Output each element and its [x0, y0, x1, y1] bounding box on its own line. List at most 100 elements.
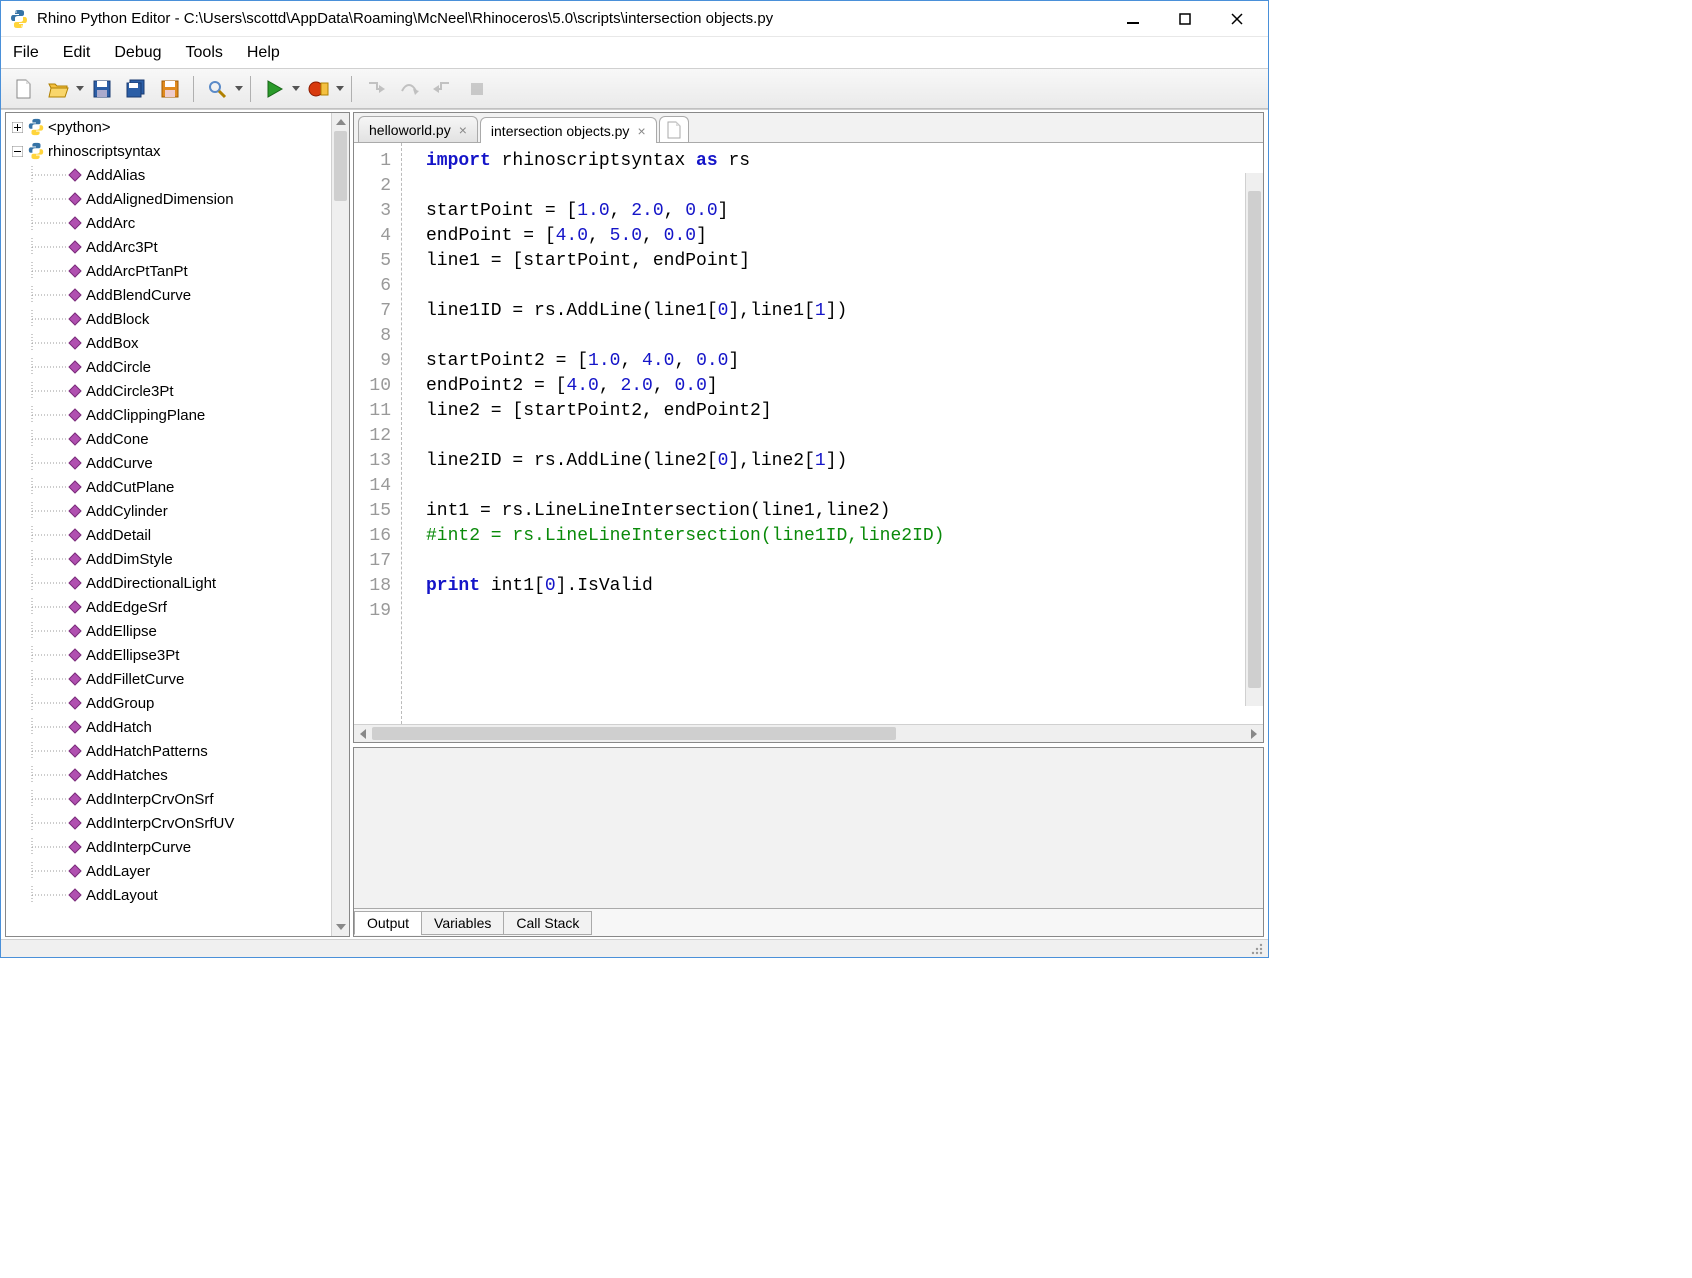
maximize-button[interactable]: [1162, 4, 1208, 34]
scroll-left-icon[interactable]: [354, 729, 372, 739]
menu-tools[interactable]: Tools: [186, 44, 223, 62]
tree-item[interactable]: AddArc: [6, 211, 349, 235]
tree-item[interactable]: AddCurve: [6, 451, 349, 475]
tree-item[interactable]: AddEllipse3Pt: [6, 643, 349, 667]
method-icon: [68, 576, 82, 590]
method-icon: [68, 312, 82, 326]
search-dropdown[interactable]: [234, 86, 244, 91]
tree-item-label: AddAlias: [86, 167, 145, 184]
method-icon: [68, 360, 82, 374]
breakpoint-dropdown[interactable]: [335, 86, 345, 91]
sidebar-scrollbar[interactable]: [331, 113, 349, 936]
tree-label: rhinoscriptsyntax: [48, 143, 161, 160]
tree-item[interactable]: AddBlock: [6, 307, 349, 331]
tree-item-label: AddDirectionalLight: [86, 575, 216, 592]
menu-file[interactable]: File: [13, 44, 39, 62]
tree-item[interactable]: AddCircle: [6, 355, 349, 379]
tree-root-rhinoscript[interactable]: rhinoscriptsyntax: [6, 139, 349, 163]
search-button[interactable]: [202, 74, 232, 104]
tree-item[interactable]: AddHatches: [6, 763, 349, 787]
step-out-button[interactable]: [428, 74, 458, 104]
tree-item[interactable]: AddDetail: [6, 523, 349, 547]
expand-icon[interactable]: [10, 120, 24, 134]
breakpoint-button[interactable]: [303, 74, 333, 104]
method-icon: [68, 504, 82, 518]
tree-item[interactable]: AddAlignedDimension: [6, 187, 349, 211]
menu-debug[interactable]: Debug: [114, 44, 161, 62]
scroll-thumb[interactable]: [372, 727, 896, 740]
tree-item[interactable]: AddGroup: [6, 691, 349, 715]
tree-item-label: AddAlignedDimension: [86, 191, 234, 208]
editor-hscroll[interactable]: [354, 724, 1263, 742]
run-dropdown[interactable]: [291, 86, 301, 91]
tree-item[interactable]: AddDirectionalLight: [6, 571, 349, 595]
run-button[interactable]: [259, 74, 289, 104]
menu-edit[interactable]: Edit: [63, 44, 91, 62]
scroll-thumb[interactable]: [1248, 191, 1261, 688]
tab-output[interactable]: Output: [354, 911, 422, 935]
scroll-track[interactable]: [372, 725, 1245, 742]
step-over-button[interactable]: [394, 74, 424, 104]
tree-connector: [26, 790, 68, 808]
tab-variables[interactable]: Variables: [421, 911, 504, 935]
tree-item-label: AddInterpCurve: [86, 839, 191, 856]
tree-item[interactable]: AddArc3Pt: [6, 235, 349, 259]
tree-item[interactable]: AddInterpCrvOnSrfUV: [6, 811, 349, 835]
tab-intersection[interactable]: intersection objects.py ×: [480, 117, 657, 143]
tree-item[interactable]: AddCutPlane: [6, 475, 349, 499]
tree-item[interactable]: AddCylinder: [6, 499, 349, 523]
new-file-button[interactable]: [9, 74, 39, 104]
method-icon: [68, 456, 82, 470]
scroll-right-icon[interactable]: [1245, 729, 1263, 739]
resize-grip-icon[interactable]: [1250, 942, 1264, 956]
scroll-up-icon[interactable]: [332, 113, 349, 131]
code-area[interactable]: 12345678910111213141516171819 import rhi…: [354, 143, 1263, 724]
tree-item[interactable]: AddEllipse: [6, 619, 349, 643]
close-icon[interactable]: ×: [459, 122, 467, 138]
tree-item[interactable]: AddLayout: [6, 883, 349, 907]
tree-item[interactable]: AddInterpCrvOnSrf: [6, 787, 349, 811]
save-button[interactable]: [87, 74, 117, 104]
tree-connector: [26, 622, 68, 640]
tree-item[interactable]: AddCircle3Pt: [6, 379, 349, 403]
tree-item[interactable]: AddFilletCurve: [6, 667, 349, 691]
output-body[interactable]: [354, 748, 1263, 908]
tree-view[interactable]: <python> rhinoscriptsyntax AddAlias AddAl…: [6, 113, 349, 936]
new-tab-button[interactable]: [659, 116, 689, 142]
scroll-thumb[interactable]: [334, 131, 347, 201]
scroll-down-icon[interactable]: [332, 918, 349, 936]
tree-root-python[interactable]: <python>: [6, 115, 349, 139]
tree-item-label: AddArcPtTanPt: [86, 263, 188, 280]
tree-item[interactable]: AddBlendCurve: [6, 283, 349, 307]
tree-connector: [26, 598, 68, 616]
menu-help[interactable]: Help: [247, 44, 280, 62]
tree-item[interactable]: AddDimStyle: [6, 547, 349, 571]
editor-vscroll[interactable]: [1245, 173, 1263, 706]
tree-item[interactable]: AddClippingPlane: [6, 403, 349, 427]
collapse-icon[interactable]: [10, 144, 24, 158]
tree-item[interactable]: AddInterpCurve: [6, 835, 349, 859]
tree-item[interactable]: AddArcPtTanPt: [6, 259, 349, 283]
minimize-button[interactable]: [1110, 4, 1156, 34]
step-into-button[interactable]: [360, 74, 390, 104]
open-file-button[interactable]: [43, 74, 73, 104]
close-icon[interactable]: ×: [637, 123, 645, 139]
tree-item[interactable]: AddLayer: [6, 859, 349, 883]
save-as-button[interactable]: [155, 74, 185, 104]
stop-button[interactable]: [462, 74, 492, 104]
tree-item-label: AddCylinder: [86, 503, 168, 520]
tree-item[interactable]: AddEdgeSrf: [6, 595, 349, 619]
tree-item[interactable]: AddHatchPatterns: [6, 739, 349, 763]
tab-callstack[interactable]: Call Stack: [503, 911, 592, 935]
tree-item[interactable]: AddBox: [6, 331, 349, 355]
menubar: File Edit Debug Tools Help: [1, 37, 1268, 69]
tree-item[interactable]: AddCone: [6, 427, 349, 451]
open-dropdown[interactable]: [75, 86, 85, 91]
tree-item[interactable]: AddAlias: [6, 163, 349, 187]
save-all-button[interactable]: [121, 74, 151, 104]
close-button[interactable]: [1214, 4, 1260, 34]
tab-helloworld[interactable]: helloworld.py ×: [358, 116, 478, 142]
code-text[interactable]: import rhinoscriptsyntax as rs startPoin…: [402, 143, 1263, 724]
tree-item[interactable]: AddHatch: [6, 715, 349, 739]
line-gutter: 12345678910111213141516171819: [354, 143, 402, 724]
